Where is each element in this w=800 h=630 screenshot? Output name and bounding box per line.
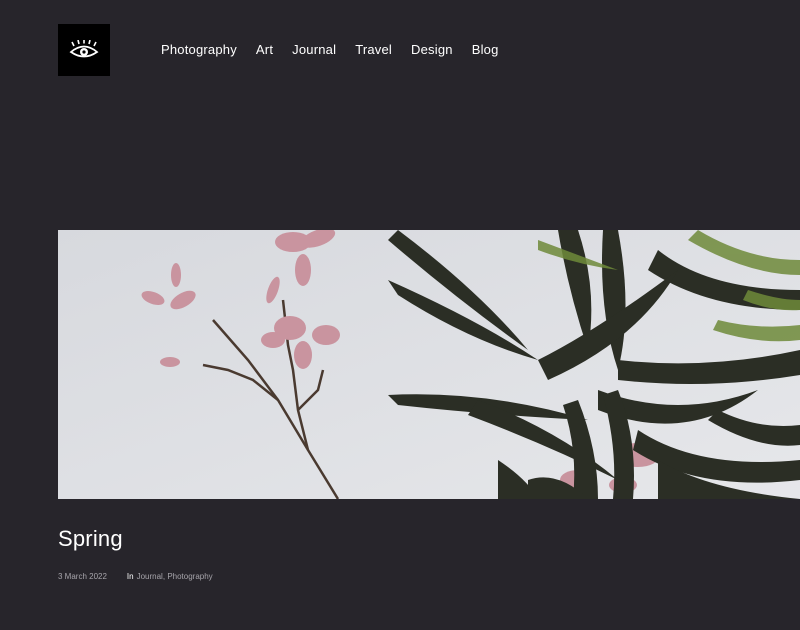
post-title[interactable]: Spring: [58, 526, 123, 552]
nav-item-travel[interactable]: Travel: [355, 41, 392, 58]
category-prefix: In: [126, 572, 134, 581]
site-logo[interactable]: [58, 24, 110, 76]
nav-item-journal[interactable]: Journal: [292, 41, 336, 58]
post-meta: 3 March 2022 In Journal, Photography: [58, 572, 213, 581]
category-link-photography[interactable]: Photography: [167, 572, 212, 581]
category-separator: ,: [162, 572, 166, 581]
nav-item-photography[interactable]: Photography: [161, 41, 237, 58]
nav-item-blog[interactable]: Blog: [472, 41, 499, 58]
nav-item-design[interactable]: Design: [411, 41, 453, 58]
featured-image[interactable]: [58, 230, 800, 499]
oleander-photo: [58, 230, 800, 499]
category-link-journal[interactable]: Journal: [137, 572, 163, 581]
eye-icon: [69, 40, 99, 58]
post-date: 3 March 2022: [58, 572, 107, 581]
nav-item-art[interactable]: Art: [256, 41, 273, 58]
main-navigation: Photography Art Journal Travel Design Bl…: [161, 41, 518, 58]
